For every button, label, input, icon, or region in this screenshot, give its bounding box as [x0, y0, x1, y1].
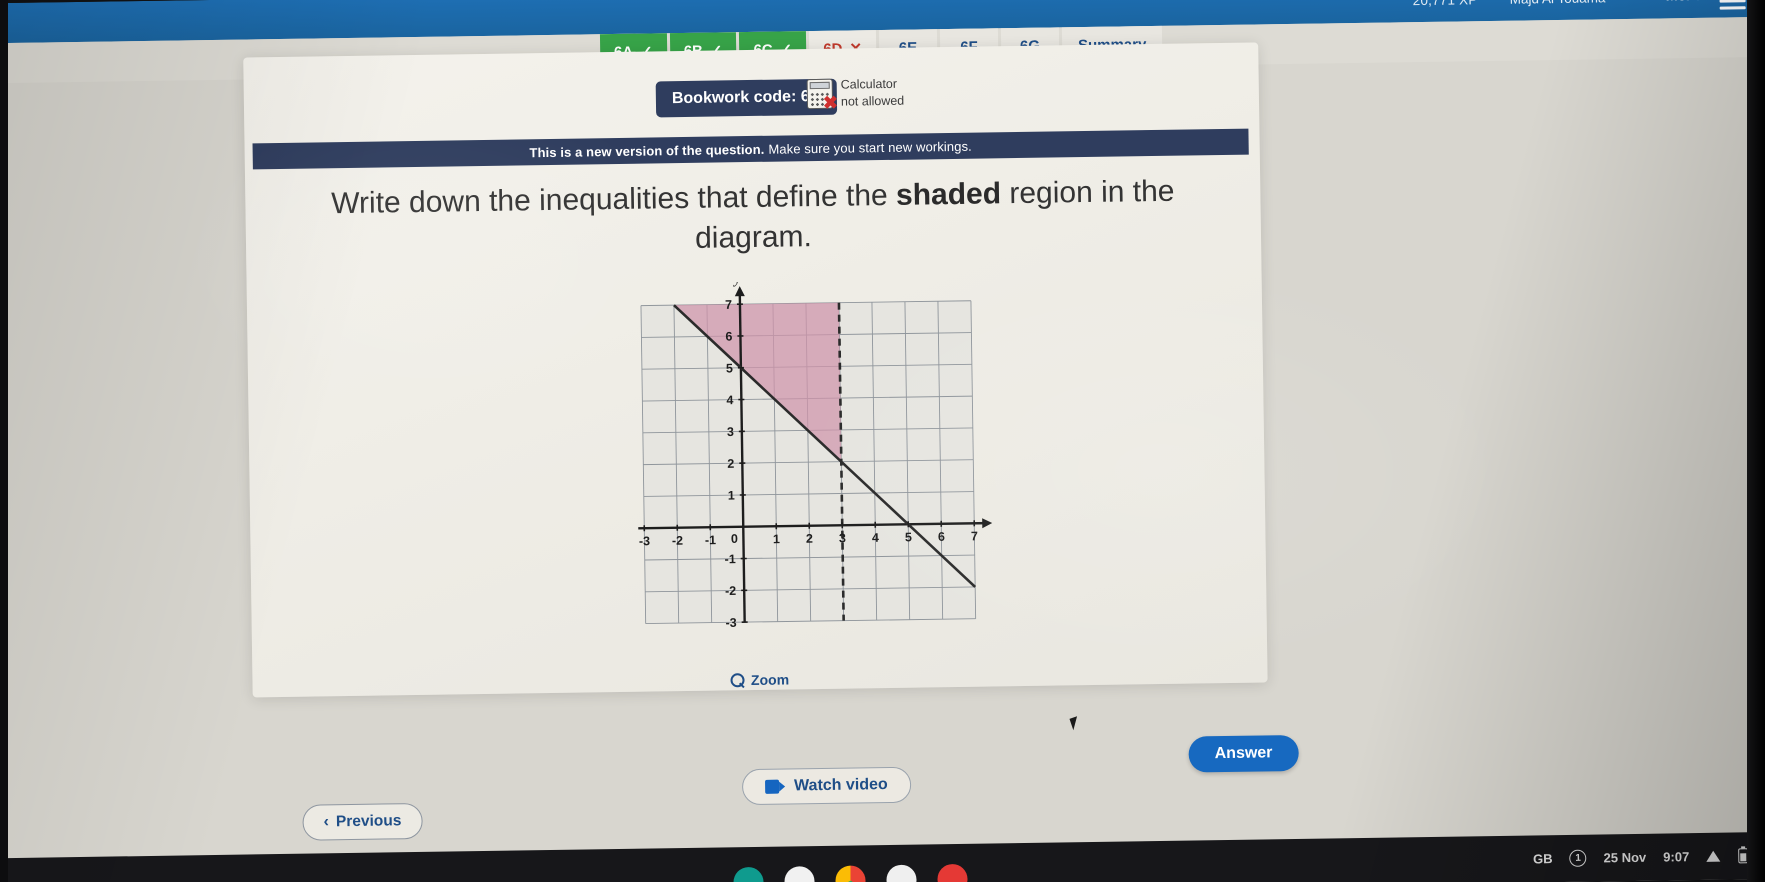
taskbar-time: 9:07	[1663, 849, 1690, 865]
app-icon-purple[interactable]	[784, 866, 815, 882]
svg-text:-3: -3	[639, 534, 650, 548]
app-icon-teal[interactable]	[733, 866, 764, 882]
mouse-cursor	[1069, 716, 1081, 731]
taskbar-date: 25 Nov	[1603, 849, 1647, 866]
calculator-icon: ✖	[806, 78, 838, 113]
question-part-1: Write down the inequalities that define …	[331, 178, 897, 221]
screen: 20,771 XP Majd Al Touama Menu 6A ✓ 6B ✓ …	[0, 0, 1765, 882]
zoom-label: Zoom	[750, 671, 790, 689]
new-version-bold: This is a new version of the question.	[529, 141, 765, 160]
xp-counter: 20,771 XP	[1412, 0, 1478, 9]
taskbar-app-icons	[733, 863, 968, 882]
svg-text:7: 7	[725, 298, 732, 312]
svg-text:-2: -2	[725, 584, 736, 598]
new-version-rest: Make sure you start new workings.	[768, 138, 972, 157]
svg-text:2: 2	[806, 532, 813, 546]
calculator-notice: ✖ Calculator not allowed	[806, 76, 905, 113]
zoom-control[interactable]: Zoom	[252, 664, 1267, 695]
svg-text:0: 0	[731, 532, 738, 546]
svg-text:7: 7	[971, 529, 978, 543]
question-emphasis: shaded	[895, 177, 1002, 212]
inequality-graph: -3-2-101234567-3-2-11234567xy	[609, 278, 994, 664]
svg-text:3: 3	[727, 425, 734, 439]
bezel-right	[1747, 0, 1765, 882]
question-card: Bookwork code: 6D ✖ Calculator not allow…	[243, 42, 1268, 698]
hamburger-menu-icon[interactable]	[1719, 0, 1746, 13]
bezel-left	[0, 0, 8, 882]
svg-text:1: 1	[728, 489, 735, 503]
watch-video-label: Watch video	[793, 776, 888, 795]
graph-svg: -3-2-101234567-3-2-11234567xy	[638, 278, 994, 630]
keyboard-language[interactable]: GB	[1533, 851, 1553, 866]
svg-text:3: 3	[839, 531, 846, 545]
menu-button[interactable]: Menu	[1666, 0, 1704, 4]
app-icon-settings[interactable]	[886, 864, 917, 882]
previous-label: Previous	[335, 812, 402, 831]
new-version-banner: This is a new version of the question. M…	[252, 128, 1249, 170]
svg-text:2: 2	[727, 457, 734, 471]
svg-text:-1: -1	[705, 533, 716, 547]
svg-text:5: 5	[726, 361, 733, 375]
svg-text:-3: -3	[725, 616, 736, 630]
svg-text:-2: -2	[672, 534, 683, 548]
watch-video-button[interactable]: Watch video	[741, 766, 912, 806]
svg-text:x: x	[992, 518, 994, 533]
svg-text:-1: -1	[725, 552, 736, 566]
svg-text:y: y	[732, 278, 741, 287]
system-tray: GB 1 25 Nov 9:07	[1533, 832, 1749, 882]
svg-text:5: 5	[905, 530, 912, 544]
svg-text:6: 6	[938, 530, 945, 544]
magnifier-icon	[731, 673, 745, 687]
monitor-photo: 20,771 XP Majd Al Touama Menu 6A ✓ 6B ✓ …	[0, 0, 1765, 882]
page-body: 6A ✓ 6B ✓ 6C ✓ 6D ✕ 6E	[0, 16, 1765, 882]
calculator-notice-text: Calculator not allowed	[841, 76, 905, 111]
app-icon-chrome[interactable]	[835, 865, 866, 882]
previous-button[interactable]: ‹ Previous	[302, 802, 423, 841]
svg-text:4: 4	[726, 393, 733, 407]
red-x-icon: ✖	[822, 92, 839, 113]
question-text: Write down the inequalities that define …	[305, 171, 1201, 264]
svg-text:4: 4	[872, 531, 879, 545]
os-taskbar: GB 1 25 Nov 9:07	[0, 831, 1765, 882]
calculator-line-1: Calculator	[840, 76, 898, 92]
answer-button[interactable]: Answer	[1188, 734, 1299, 773]
svg-text:6: 6	[725, 330, 732, 344]
svg-text:1: 1	[773, 532, 780, 546]
notification-badge[interactable]: 1	[1569, 849, 1587, 867]
calculator-line-2: not allowed	[840, 93, 905, 109]
code-row: Bookwork code: 6D ✖ Calculator not allow…	[244, 72, 1260, 131]
user-name: Majd Al Touama	[1510, 0, 1606, 7]
video-camera-icon	[765, 779, 786, 794]
app-icon-red[interactable]	[937, 863, 968, 882]
chevron-left-icon: ‹	[323, 813, 330, 831]
wifi-icon[interactable]	[1706, 851, 1721, 862]
